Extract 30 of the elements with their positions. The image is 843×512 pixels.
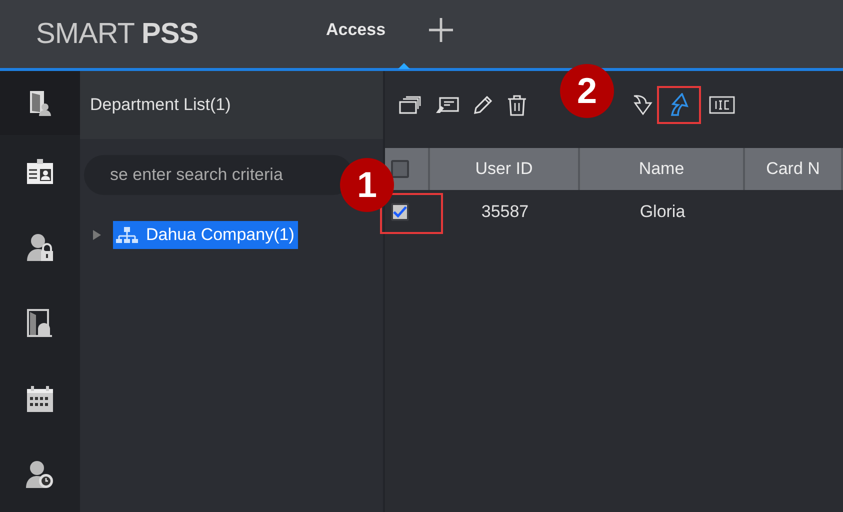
pencil-icon[interactable] — [473, 95, 493, 115]
expand-arrow-icon[interactable] — [93, 230, 101, 240]
tab[interactable]: Access — [326, 20, 386, 40]
panel-title: Department List(1) — [90, 95, 231, 115]
export-arrow-icon[interactable] — [668, 93, 690, 117]
trash-icon[interactable] — [507, 94, 527, 116]
door-user-icon[interactable] — [27, 88, 53, 117]
table-cell: 35587 — [481, 202, 529, 222]
step-marker: 2 — [560, 64, 614, 118]
column-header[interactable]: Name — [580, 148, 745, 190]
tree-item-label: Dahua Company(1) — [146, 225, 294, 245]
ic-card-icon[interactable] — [709, 96, 735, 114]
tree-item[interactable]: Dahua Company(1) — [113, 221, 298, 249]
table-cell: Gloria — [640, 202, 686, 222]
app-logo: SMART PSS — [36, 18, 200, 50]
org-chart-icon — [116, 227, 138, 243]
calendar-icon[interactable] — [26, 384, 54, 412]
card-icon[interactable] — [435, 96, 459, 114]
copy-icon[interactable] — [399, 96, 421, 114]
user-clock-icon[interactable] — [25, 459, 55, 490]
tab-indicator-icon — [398, 63, 410, 69]
column-header[interactable]: Card N — [745, 148, 843, 190]
user-lock-icon[interactable] — [26, 232, 54, 262]
door-alarm-icon[interactable] — [26, 308, 54, 338]
id-card-icon[interactable] — [26, 158, 54, 185]
column-header[interactable]: User ID — [430, 148, 580, 190]
row-checkbox[interactable] — [391, 202, 409, 220]
add-tab-icon[interactable] — [428, 17, 454, 43]
import-arrow-icon[interactable] — [631, 94, 653, 116]
select-all-checkbox[interactable] — [391, 160, 409, 178]
